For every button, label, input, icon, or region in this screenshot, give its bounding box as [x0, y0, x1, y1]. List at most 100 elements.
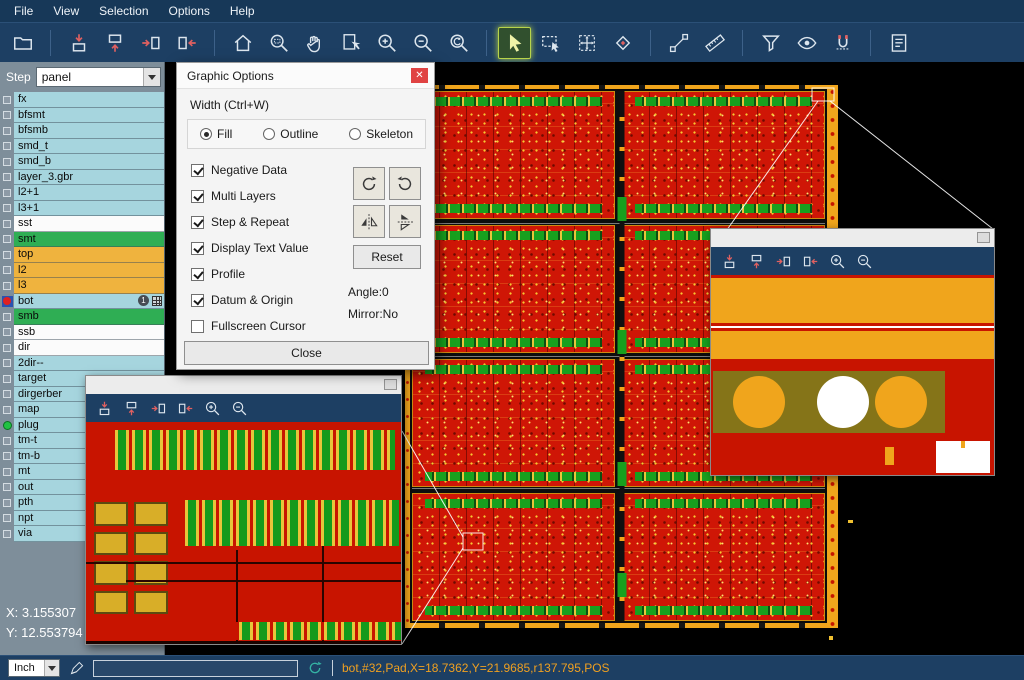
layer-visibility-checkbox[interactable] — [0, 356, 14, 372]
active-layer-marker[interactable] — [0, 294, 14, 310]
import-left-button[interactable] — [134, 27, 167, 59]
layer-visibility-checkbox[interactable] — [0, 402, 14, 418]
layer-row-smb[interactable]: smb — [0, 309, 164, 325]
edit-icon[interactable] — [69, 661, 84, 676]
page-select-button[interactable] — [334, 27, 367, 59]
checkbox-negative-data[interactable]: Negative Data — [191, 163, 287, 177]
magnifier-view-right[interactable] — [711, 275, 994, 475]
layer-visibility-checkbox[interactable] — [0, 278, 14, 294]
layer-name[interactable]: sst — [14, 216, 164, 232]
layer-visibility-checkbox[interactable] — [0, 154, 14, 170]
zoom-in-button[interactable] — [200, 396, 224, 420]
import-right-button[interactable] — [173, 396, 197, 420]
layer-name[interactable]: smd_b — [14, 154, 164, 170]
layer-name[interactable]: dir — [14, 340, 164, 356]
layer-name[interactable]: 2dir-- — [14, 356, 164, 372]
import-top-button[interactable] — [717, 249, 741, 273]
layer-name[interactable]: fx — [14, 92, 164, 108]
pan-button[interactable] — [298, 27, 331, 59]
layer-row-bfsmb[interactable]: bfsmb — [0, 123, 164, 139]
layer-visibility-checkbox[interactable] — [0, 495, 14, 511]
import-bottom-button[interactable] — [744, 249, 768, 273]
zoom-in-button[interactable] — [370, 27, 403, 59]
layer-row-sst[interactable]: sst — [0, 216, 164, 232]
mirror-horizontal-button[interactable] — [353, 205, 385, 238]
zoom-out-button[interactable] — [852, 249, 876, 273]
layer-name[interactable]: top — [14, 247, 164, 263]
graphic-options-dialog[interactable]: Graphic Options ✕ Width (Ctrl+W) Fill Ou… — [176, 62, 435, 370]
layer-visibility-checkbox[interactable] — [0, 139, 14, 155]
layer-visibility-checkbox[interactable] — [0, 433, 14, 449]
rotate-ccw-button[interactable] — [389, 167, 421, 200]
pcb-board[interactable] — [622, 493, 825, 621]
menu-help[interactable]: Help — [220, 1, 265, 21]
layer-row-fx[interactable]: fx — [0, 92, 164, 108]
magnifier-window-left[interactable] — [85, 375, 402, 645]
layer-name[interactable]: smb — [14, 309, 164, 325]
layer-name[interactable]: l2+1 — [14, 185, 164, 201]
import-right-button[interactable] — [798, 249, 822, 273]
layer-row-smd_t[interactable]: smd_t — [0, 139, 164, 155]
zoom-out-button[interactable] — [406, 27, 439, 59]
menu-options[interactable]: Options — [159, 1, 220, 21]
layer-visibility-checkbox[interactable] — [0, 92, 14, 108]
zoom-in-button[interactable] — [825, 249, 849, 273]
home-view-button[interactable] — [226, 27, 259, 59]
layer-row-bfsmt[interactable]: bfsmt — [0, 108, 164, 124]
checkbox-profile[interactable]: Profile — [191, 267, 245, 281]
layer-visibility-checkbox[interactable] — [0, 371, 14, 387]
menu-file[interactable]: File — [4, 1, 43, 21]
pcb-board[interactable] — [622, 91, 825, 219]
magnifier-titlebar[interactable] — [711, 229, 994, 247]
layer-visibility-checkbox[interactable] — [0, 108, 14, 124]
layer-visibility-checkbox[interactable] — [0, 216, 14, 232]
filter-button[interactable] — [754, 27, 787, 59]
layer-visibility-checkbox[interactable] — [0, 387, 14, 403]
layer-row-smt[interactable]: smt — [0, 232, 164, 248]
layer-row-l3plus1[interactable]: l3+1 — [0, 201, 164, 217]
magnifier-view-left[interactable] — [86, 422, 401, 644]
layer-visibility-checkbox[interactable] — [0, 480, 14, 496]
display-options-button[interactable] — [790, 27, 823, 59]
radio-fill[interactable]: Fill — [200, 127, 232, 141]
close-icon[interactable]: ✕ — [411, 68, 428, 83]
import-top-button[interactable] — [62, 27, 95, 59]
unit-dropdown-button[interactable] — [44, 660, 59, 676]
layer-name[interactable]: bfsmb — [14, 123, 164, 139]
layer-row-dir[interactable]: dir — [0, 340, 164, 356]
measure-ruler-button[interactable] — [698, 27, 731, 59]
layer-row-l2plus1[interactable]: l2+1 — [0, 185, 164, 201]
layer-visibility-checkbox[interactable] — [0, 309, 14, 325]
zoom-previous-button[interactable] — [442, 27, 475, 59]
net-magnet-button[interactable] — [826, 27, 859, 59]
layer-visibility-checkbox[interactable] — [0, 526, 14, 542]
layer-visibility-checkbox[interactable] — [0, 123, 14, 139]
layer-row-top[interactable]: top — [0, 247, 164, 263]
import-bottom-button[interactable] — [119, 396, 143, 420]
command-input[interactable] — [93, 660, 298, 677]
zoom-window-button[interactable] — [262, 27, 295, 59]
transform-button[interactable] — [570, 27, 603, 59]
layer-name[interactable]: l2 — [14, 263, 164, 279]
step-dropdown-button[interactable] — [143, 68, 160, 86]
refresh-icon[interactable] — [307, 660, 323, 676]
layer-visibility-checkbox[interactable] — [0, 232, 14, 248]
zoom-out-button[interactable] — [227, 396, 251, 420]
pcb-board[interactable] — [412, 225, 615, 353]
pcb-board[interactable] — [412, 359, 615, 487]
radio-outline[interactable]: Outline — [263, 127, 318, 141]
radio-skeleton[interactable]: Skeleton — [349, 127, 413, 141]
layer-row-l2[interactable]: l2 — [0, 263, 164, 279]
report-button[interactable] — [882, 27, 915, 59]
layer-row-bot[interactable]: bot 1 — [0, 294, 164, 310]
layer-visibility-checkbox[interactable] — [0, 263, 14, 279]
layer-name[interactable]: layer_3.gbr — [14, 170, 164, 186]
magnifier-titlebar[interactable] — [86, 376, 401, 394]
unit-combo[interactable]: Inch — [8, 659, 60, 677]
layer-row-ssb[interactable]: ssb — [0, 325, 164, 341]
layer-name[interactable]: smd_t — [14, 139, 164, 155]
layer-visibility-checkbox[interactable] — [0, 247, 14, 263]
layer-visibility-checkbox[interactable] — [0, 464, 14, 480]
layer-visibility-checkbox[interactable] — [0, 511, 14, 527]
rotate-cw-button[interactable] — [353, 167, 385, 200]
